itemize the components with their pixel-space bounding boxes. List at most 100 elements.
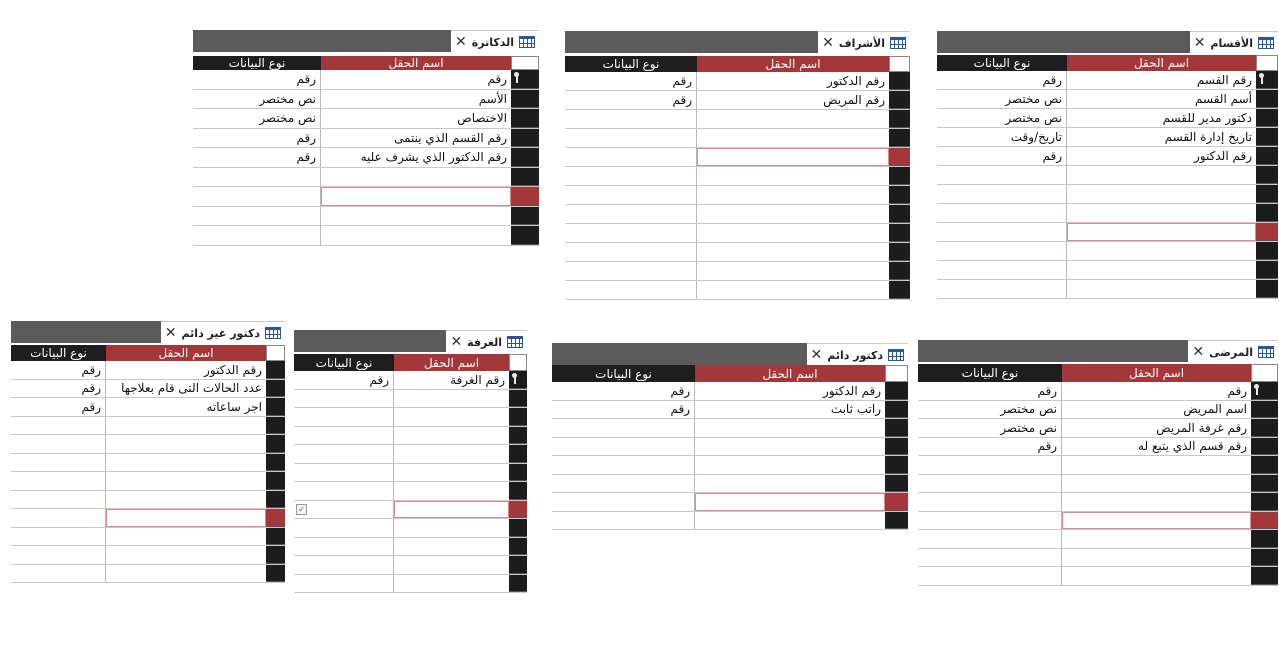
row-selector[interactable] [509, 408, 527, 426]
select-all-corner[interactable] [1256, 55, 1278, 71]
field-name-cell[interactable] [1067, 223, 1256, 241]
row-selector[interactable] [889, 243, 910, 261]
field-name-cell[interactable] [697, 167, 889, 185]
data-type-cell[interactable]: رقم [552, 400, 695, 418]
data-type-cell[interactable] [565, 262, 697, 280]
row-selector[interactable] [1251, 437, 1278, 455]
data-type-cell[interactable]: رقم [918, 437, 1062, 455]
field-row[interactable] [937, 242, 1278, 261]
field-row[interactable] [552, 511, 908, 530]
field-row[interactable] [565, 167, 910, 186]
select-all-corner[interactable] [1251, 364, 1278, 382]
select-all-corner[interactable] [511, 56, 539, 70]
row-selector[interactable] [1256, 71, 1278, 89]
row-selector[interactable] [889, 224, 910, 242]
field-row[interactable]: نص مختصر اسم المريض [918, 400, 1278, 419]
row-selector[interactable] [511, 109, 539, 128]
row-selector[interactable] [1251, 548, 1278, 566]
field-row[interactable] [193, 226, 539, 246]
data-type-cell[interactable] [918, 530, 1062, 548]
field-name-cell[interactable] [695, 419, 885, 437]
data-type-cell[interactable]: نص مختصر [193, 109, 321, 128]
data-type-cell[interactable] [294, 463, 394, 481]
field-row[interactable]: رقم رقم الدكتور الذي يشرف عليه [193, 148, 539, 168]
row-selector[interactable] [1256, 280, 1278, 298]
header-field-name[interactable]: اسم الحقل [321, 56, 511, 70]
field-name-cell[interactable] [1067, 261, 1256, 279]
data-type-cell[interactable]: نص مختصر [918, 419, 1062, 437]
data-type-cell[interactable] [565, 243, 697, 261]
row-selector[interactable] [266, 527, 285, 545]
field-name-cell[interactable] [1067, 280, 1256, 298]
field-row[interactable]: رقم راتب ثابث [552, 400, 908, 419]
field-name-cell[interactable]: راتب ثابث [695, 401, 885, 419]
row-selector[interactable] [509, 371, 527, 389]
field-row[interactable]: رقم رقم الدكتور [11, 361, 285, 380]
field-name-cell[interactable]: أسم القسم [1067, 90, 1256, 108]
data-type-cell[interactable]: نص مختصر [937, 109, 1067, 127]
row-selector[interactable] [1251, 530, 1278, 548]
field-row[interactable] [294, 556, 527, 575]
field-row[interactable] [937, 166, 1278, 185]
data-type-cell[interactable] [193, 167, 321, 186]
field-row[interactable] [552, 456, 908, 475]
row-selector[interactable] [509, 482, 527, 500]
field-name-cell[interactable]: رقم الدكتور الذي يشرف عليه [321, 148, 511, 167]
field-name-cell[interactable] [106, 417, 266, 435]
data-type-cell[interactable] [552, 437, 695, 455]
select-all-corner[interactable] [509, 354, 527, 371]
field-name-cell[interactable] [697, 281, 889, 299]
data-type-cell[interactable]: رقم [193, 148, 321, 167]
table-tab[interactable]: دكتور دائم ✕ [806, 343, 908, 366]
field-name-cell[interactable]: الأسم [321, 90, 511, 109]
row-selector[interactable] [266, 379, 285, 397]
data-type-cell[interactable] [11, 435, 106, 453]
select-all-corner[interactable] [266, 345, 285, 361]
field-row[interactable] [565, 205, 910, 224]
header-field-name[interactable]: اسم الحقل [1067, 55, 1256, 71]
data-type-cell[interactable]: نص مختصر [193, 89, 321, 108]
field-row[interactable]: نص مختصر رقم غرفة المريض [918, 419, 1278, 438]
field-name-cell[interactable] [321, 226, 511, 245]
field-row[interactable]: تاريخ/وقت تاريخ إدارة القسم [937, 128, 1278, 147]
row-selector[interactable] [511, 206, 539, 225]
row-selector[interactable] [511, 167, 539, 186]
field-name-cell[interactable] [695, 512, 885, 530]
field-row[interactable]: رقم رقم قسم الذي يتبع له [918, 437, 1278, 456]
field-row[interactable] [918, 474, 1278, 493]
table-tab[interactable]: دكتور غير دائم ✕ [160, 321, 285, 344]
data-type-cell[interactable]: رقم [565, 91, 697, 109]
row-selector[interactable] [266, 546, 285, 564]
data-type-cell[interactable] [937, 166, 1067, 184]
field-name-cell[interactable] [1062, 493, 1251, 511]
data-type-cell[interactable]: رقم [11, 379, 106, 397]
field-name-cell[interactable] [695, 475, 885, 493]
field-name-cell[interactable] [394, 575, 509, 593]
row-selector[interactable] [266, 361, 285, 379]
data-type-cell[interactable] [193, 226, 321, 245]
field-row[interactable] [918, 530, 1278, 549]
row-selector[interactable] [889, 72, 910, 90]
field-name-cell[interactable] [1062, 549, 1251, 567]
data-type-cell[interactable] [11, 490, 106, 508]
field-row[interactable]: رقم رقم [193, 70, 539, 90]
field-row[interactable] [294, 389, 527, 408]
field-row[interactable]: رقم رقم [918, 382, 1278, 401]
data-type-cell[interactable]: نص مختصر [937, 90, 1067, 108]
field-name-cell[interactable]: تاريخ إدارة القسم [1067, 128, 1256, 146]
field-name-cell[interactable] [697, 110, 889, 128]
row-selector[interactable] [885, 382, 908, 400]
field-row[interactable] [918, 548, 1278, 567]
close-icon[interactable]: ✕ [165, 326, 177, 340]
field-name-cell[interactable]: رقم الدكتور [697, 72, 889, 90]
field-row[interactable] [11, 527, 285, 546]
field-row[interactable] [565, 186, 910, 205]
data-type-cell[interactable] [565, 167, 697, 185]
field-row[interactable] [552, 419, 908, 438]
row-selector[interactable] [1256, 261, 1278, 279]
field-name-cell[interactable] [321, 168, 511, 187]
field-name-cell[interactable] [106, 472, 266, 490]
field-name-cell[interactable] [697, 186, 889, 204]
row-selector[interactable] [266, 564, 285, 582]
row-selector[interactable] [1251, 493, 1278, 511]
